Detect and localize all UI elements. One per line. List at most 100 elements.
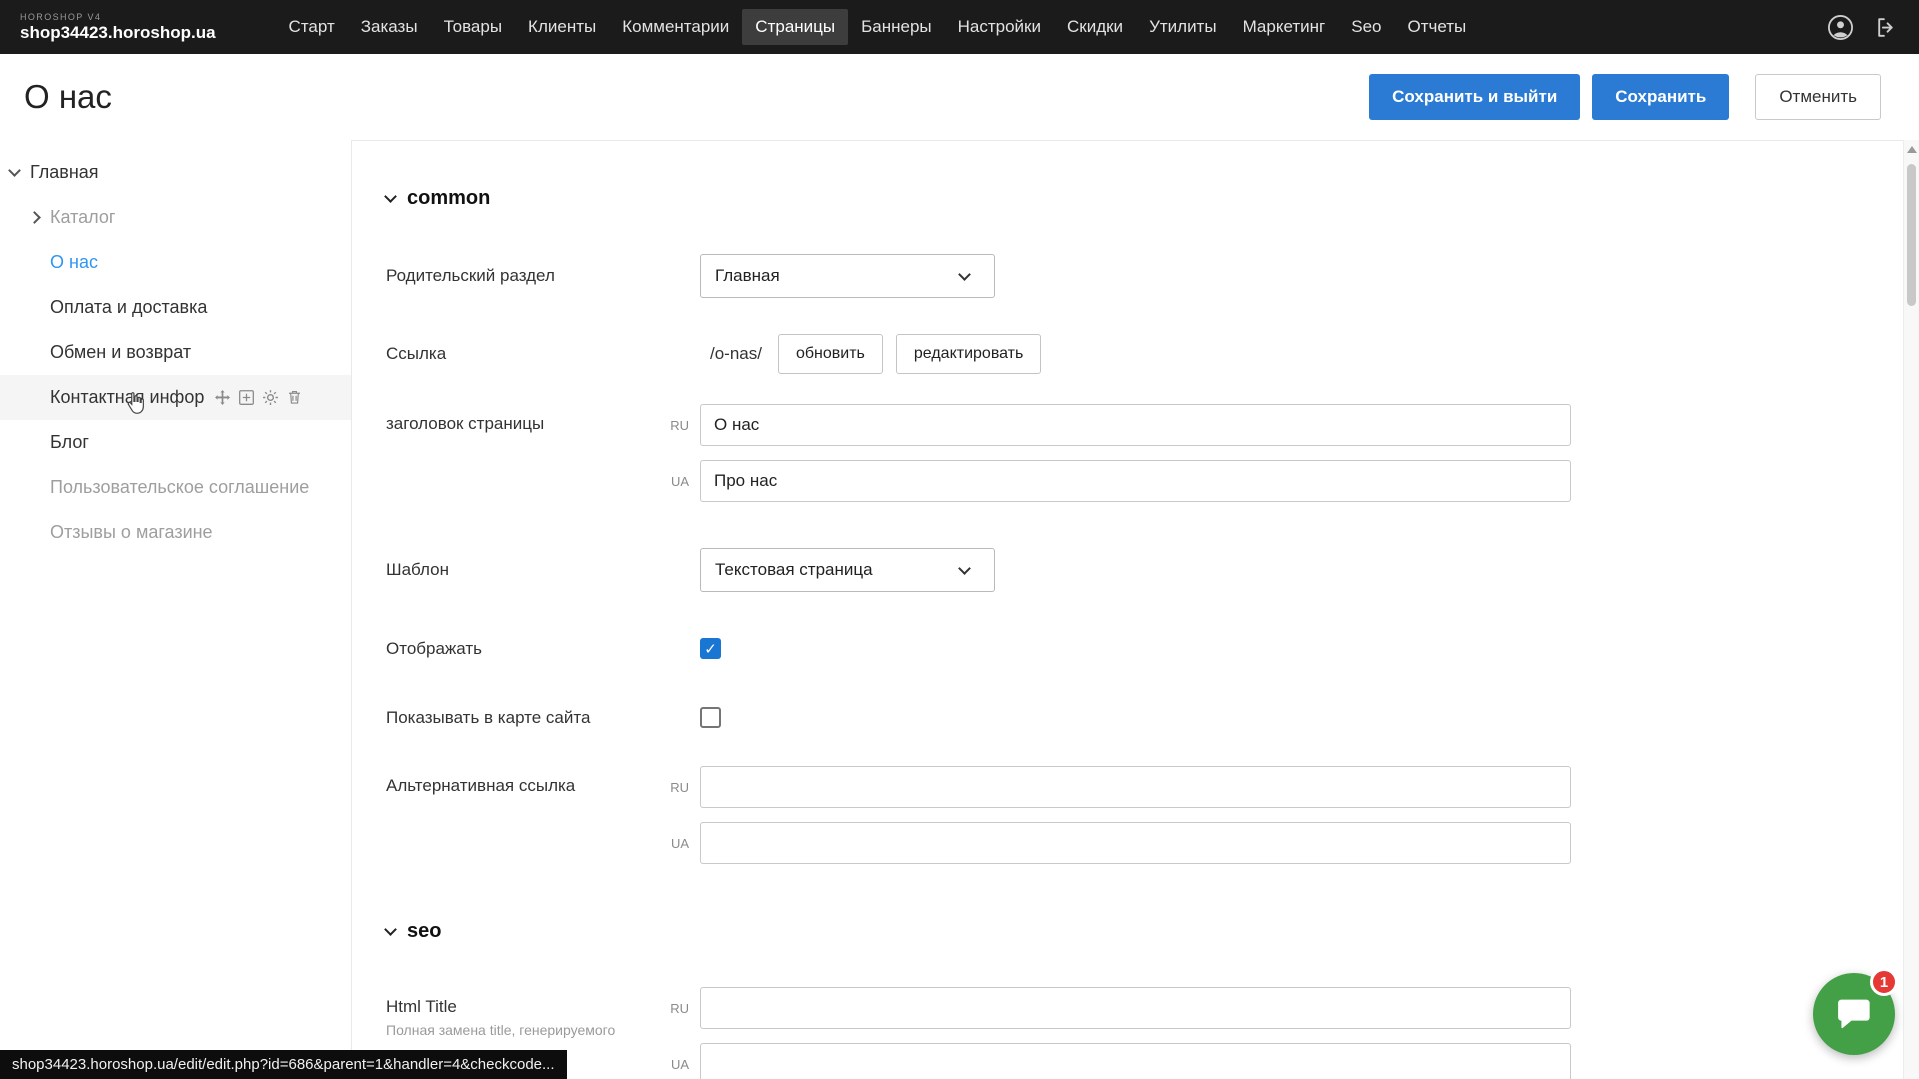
html-title-label-text: Html Title <box>386 997 658 1017</box>
page-edit-form: common Родительский раздел Главная Ссылк… <box>352 140 1919 1079</box>
page-title-row: заголовок страницы RU UA <box>386 404 1919 502</box>
nav-item-seo[interactable]: Seo <box>1338 9 1394 45</box>
lang-ru-badge: RU <box>658 1001 700 1016</box>
nav-item-settings[interactable]: Настройки <box>945 9 1054 45</box>
tree-item-exchange-return[interactable]: Обмен и возврат <box>0 330 351 375</box>
section-seo-title: seo <box>407 920 441 943</box>
nav-item-discounts[interactable]: Скидки <box>1054 9 1136 45</box>
nav-item-utilities[interactable]: Утилиты <box>1136 9 1230 45</box>
topbar: HOROSHOP V4 shop34423.horoshop.ua Старт … <box>0 0 1919 54</box>
link-path: /o-nas/ <box>710 344 762 364</box>
display-label: Отображать <box>386 639 658 659</box>
brand-version-label: HOROSHOP V4 <box>20 12 216 22</box>
sitemap-checkbox[interactable] <box>700 707 721 728</box>
lang-ua-badge: UA <box>658 1057 700 1072</box>
page-header: О нас Сохранить и выйти Сохранить Отмени… <box>0 54 1919 140</box>
section-common-header[interactable]: common <box>386 187 1919 210</box>
chat-bubble-icon <box>1834 994 1874 1034</box>
template-select[interactable]: Текстовая страница <box>700 548 995 592</box>
tree-item-user-agreement[interactable]: Пользовательское соглашение <box>0 465 351 510</box>
account-icon[interactable] <box>1827 14 1854 41</box>
chat-widget-button[interactable]: 1 <box>1813 973 1895 1055</box>
link-label: Ссылка <box>386 344 658 364</box>
nav-item-pages[interactable]: Страницы <box>742 9 848 45</box>
scrollbar-thumb[interactable] <box>1907 164 1916 306</box>
scroll-up-arrow[interactable] <box>1907 146 1917 153</box>
tree-item-home[interactable]: Главная <box>0 150 351 195</box>
html-title-row: Html Title Полная замена title, генериру… <box>386 987 1919 1079</box>
display-row: Отображать ✓ <box>386 638 1919 659</box>
template-row: Шаблон Текстовая страница <box>386 548 1919 592</box>
html-title-hint: Полная замена title, генерируемого <box>386 1022 658 1040</box>
lang-ru-badge: RU <box>658 780 700 795</box>
nav-item-banners[interactable]: Баннеры <box>848 9 945 45</box>
tree-item-contact-info[interactable]: Контактная инфор <box>0 375 351 420</box>
nav-item-orders[interactable]: Заказы <box>348 9 431 45</box>
move-icon[interactable] <box>214 389 231 406</box>
alt-link-ua-input[interactable] <box>700 822 1571 864</box>
main-nav: Старт Заказы Товары Клиенты Комментарии … <box>276 9 1480 45</box>
parent-section-row: Родительский раздел Главная <box>386 254 1919 298</box>
page-title: О нас <box>24 78 112 116</box>
cancel-button[interactable]: Отменить <box>1755 74 1881 120</box>
brand[interactable]: HOROSHOP V4 shop34423.horoshop.ua <box>20 12 216 43</box>
section-common-title: common <box>407 187 490 210</box>
delete-trash-icon[interactable] <box>286 389 303 406</box>
chevron-right-icon[interactable] <box>28 211 41 224</box>
tree-item-label: Отзывы о магазине <box>50 522 213 543</box>
parent-section-value: Главная <box>715 266 780 286</box>
alt-link-ru-input[interactable] <box>700 766 1571 808</box>
html-title-ua-input[interactable] <box>700 1043 1571 1079</box>
save-button[interactable]: Сохранить <box>1592 74 1729 120</box>
lang-ru-badge: RU <box>658 418 700 433</box>
tree-item-label: Обмен и возврат <box>50 342 191 363</box>
settings-gear-icon[interactable] <box>262 389 279 406</box>
nav-item-reports[interactable]: Отчеты <box>1394 9 1479 45</box>
tree-item-label: Оплата и доставка <box>50 297 207 318</box>
tree-item-payment-delivery[interactable]: Оплата и доставка <box>0 285 351 330</box>
sitemap-label: Показывать в карте сайта <box>386 708 658 728</box>
nav-item-clients[interactable]: Клиенты <box>515 9 609 45</box>
link-edit-button[interactable]: редактировать <box>896 334 1041 374</box>
brand-domain: shop34423.horoshop.ua <box>20 23 216 43</box>
vertical-scrollbar[interactable] <box>1903 140 1919 1079</box>
body: Главная Каталог О нас Оплата и доставка … <box>0 140 1919 1079</box>
alt-link-row: Альтернативная ссылка RU UA <box>386 766 1919 864</box>
tree-item-about[interactable]: О нас <box>0 240 351 285</box>
chat-unread-badge: 1 <box>1870 968 1898 996</box>
save-and-exit-button[interactable]: Сохранить и выйти <box>1369 74 1580 120</box>
html-title-ru-input[interactable] <box>700 987 1571 1029</box>
page-title-ua-input[interactable] <box>700 460 1571 502</box>
link-row: Ссылка /o-nas/ обновить редактировать <box>386 334 1919 374</box>
tree-item-label: Контактная инфор <box>50 387 204 408</box>
nav-item-marketing[interactable]: Маркетинг <box>1230 9 1339 45</box>
parent-section-select[interactable]: Главная <box>700 254 995 298</box>
page-title-label: заголовок страницы <box>386 404 658 434</box>
nav-item-products[interactable]: Товары <box>431 9 515 45</box>
sitemap-row: Показывать в карте сайта <box>386 707 1919 728</box>
template-value: Текстовая страница <box>715 560 873 580</box>
tree-item-label: Пользовательское соглашение <box>50 477 309 498</box>
tree-item-label: О нас <box>50 252 98 273</box>
chevron-down-icon <box>958 268 971 281</box>
page-title-ru-input[interactable] <box>700 404 1571 446</box>
tree-item-label: Блог <box>50 432 89 453</box>
tree-item-store-reviews[interactable]: Отзывы о магазине <box>0 510 351 555</box>
chevron-down-icon <box>384 190 397 203</box>
tree-item-blog[interactable]: Блог <box>0 420 351 465</box>
add-icon[interactable] <box>238 389 255 406</box>
tree-item-label: Каталог <box>50 207 115 228</box>
tree-item-catalog[interactable]: Каталог <box>0 195 351 240</box>
chevron-down-icon <box>958 562 971 575</box>
template-label: Шаблон <box>386 560 658 580</box>
section-seo-header[interactable]: seo <box>386 920 1919 943</box>
nav-item-start[interactable]: Старт <box>276 9 348 45</box>
html-title-label: Html Title Полная замена title, генериру… <box>386 987 658 1040</box>
nav-item-comments[interactable]: Комментарии <box>609 9 742 45</box>
chevron-down-icon[interactable] <box>8 164 21 177</box>
display-checkbox[interactable]: ✓ <box>700 638 721 659</box>
logout-icon[interactable] <box>1874 15 1899 40</box>
tree-item-label: Главная <box>30 162 99 183</box>
chevron-down-icon <box>384 923 397 936</box>
link-refresh-button[interactable]: обновить <box>778 334 883 374</box>
